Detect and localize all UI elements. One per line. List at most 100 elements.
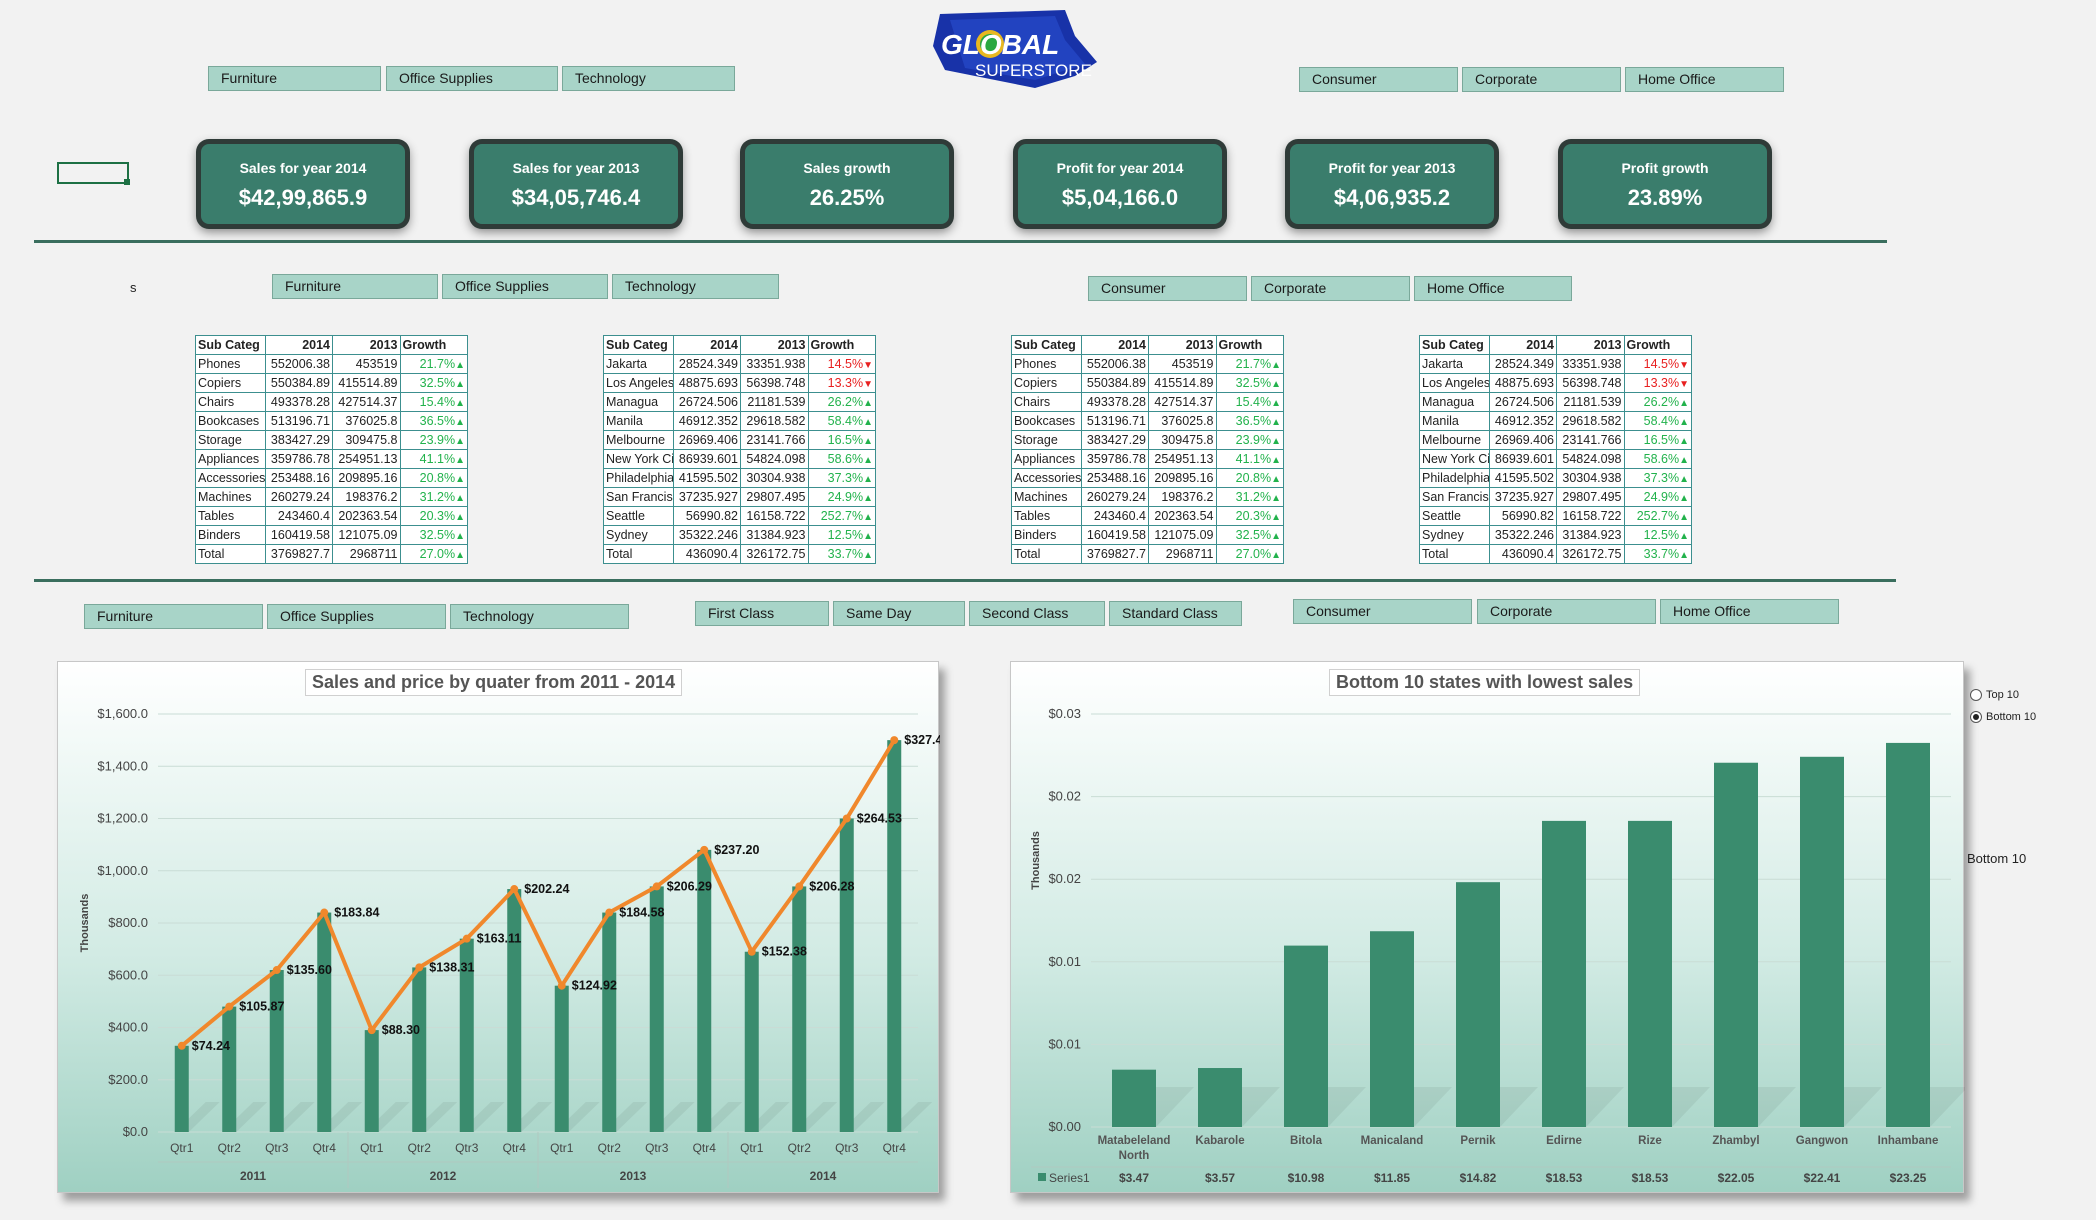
slicer-furniture-mid[interactable]: Furniture bbox=[272, 274, 438, 299]
slicer-same-day[interactable]: Same Day bbox=[833, 601, 965, 626]
cell-value: 28524.349 bbox=[672, 354, 742, 374]
cell-value: 260279.24 bbox=[1080, 487, 1150, 507]
slicer-consumer-top[interactable]: Consumer bbox=[1299, 67, 1458, 92]
cell-text: 21181.539 bbox=[747, 395, 806, 409]
cell-text: 383427.29 bbox=[1086, 433, 1147, 447]
cell-text: 24.9% bbox=[827, 490, 864, 504]
line-point bbox=[225, 1002, 234, 1011]
cell-text: Accessories bbox=[1014, 471, 1082, 485]
table-row: New York City86939.60154824.09858.6%▲ bbox=[1419, 449, 1692, 469]
cell-text: 243460.4 bbox=[1093, 509, 1147, 523]
cell-text: 209895.16 bbox=[338, 471, 398, 485]
kpi-label: Profit for year 2014 bbox=[1056, 160, 1184, 176]
slicer-office-supplies-mid[interactable]: Office Supplies bbox=[442, 274, 608, 299]
data-label: $163.11 bbox=[477, 932, 522, 946]
table-subcategory-growth-1: Sub Categ 2014 2013 Growth Phones 552006.38 45… bbox=[195, 335, 468, 564]
cell-text: Philadelphia bbox=[606, 471, 674, 485]
x-tick-label: Qtr1 bbox=[550, 1141, 574, 1155]
chart-bottom-states[interactable]: $0.00 $0.01 $0.01 $0.02 $0.02 $0.03 Thousands M… bbox=[1010, 661, 1968, 1193]
table-row: Accessories 253488.16 209895.16 20.8%▲ bbox=[1011, 468, 1284, 488]
cell-text: New York City bbox=[1422, 452, 1490, 466]
chart-sales-by-quarter[interactable]: $0.0 $200.0 $400.0 $600.0 $800.0 $1,000.0 $1,2… bbox=[57, 661, 949, 1193]
cell-value: 26969.406 bbox=[672, 430, 742, 450]
cell-text: 436090.4 bbox=[1501, 547, 1555, 561]
fill-handle[interactable] bbox=[124, 179, 130, 185]
chart-bottom-states-svg: $0.00 $0.01 $0.01 $0.02 $0.02 $0.03 Thousands M… bbox=[1030, 706, 1968, 1185]
selected-cell[interactable] bbox=[57, 162, 129, 184]
slicer-technology-bottom[interactable]: Technology bbox=[450, 604, 629, 629]
cell-text: San Francisco bbox=[1422, 490, 1489, 504]
slicer-standard-class[interactable]: Standard Class bbox=[1109, 601, 1242, 626]
x-tick-label: Qtr1 bbox=[170, 1141, 194, 1155]
table-row: Jakarta 28524.349 33351.938 14.5%▼ bbox=[603, 354, 876, 374]
logo-text-1: GLOBAL bbox=[941, 29, 1059, 60]
slicer-office-supplies-bottom[interactable]: Office Supplies bbox=[267, 604, 446, 629]
arrow-up-icon: ▲ bbox=[1271, 417, 1281, 428]
cell-text: 3769827.7 bbox=[1086, 547, 1147, 561]
data-label: $206.28 bbox=[809, 879, 854, 893]
cell-value: 41595.502 bbox=[1488, 468, 1558, 488]
cell-text: 41.1% bbox=[1235, 452, 1272, 466]
slicer-second-class[interactable]: Second Class bbox=[969, 601, 1105, 626]
cell-text: 326172.75 bbox=[1562, 547, 1622, 561]
radio-bottom-10[interactable]: Bottom 10 bbox=[1970, 711, 2036, 723]
slicer-consumer-bottom[interactable]: Consumer bbox=[1293, 599, 1472, 624]
growth-cell: 13.3%▼ bbox=[1623, 373, 1692, 393]
slicer-consumer-mid[interactable]: Consumer bbox=[1088, 276, 1247, 301]
row-label: Bookcases bbox=[1011, 411, 1082, 431]
slicer-office-supplies-top[interactable]: Office Supplies bbox=[386, 66, 558, 91]
slicer-home-office-bottom[interactable]: Home Office bbox=[1660, 599, 1839, 624]
radio-dot bbox=[1970, 711, 1982, 723]
cell-text: Phones bbox=[1014, 357, 1057, 371]
line-point bbox=[890, 736, 899, 745]
cell-text: Chairs bbox=[198, 395, 235, 409]
slicer-furniture-bottom[interactable]: Furniture bbox=[84, 604, 263, 629]
slicer-home-office-mid[interactable]: Home Office bbox=[1414, 276, 1572, 301]
slicer-first-class[interactable]: First Class bbox=[695, 601, 829, 626]
arrow-up-icon: ▲ bbox=[1679, 531, 1689, 542]
cell-text: 253488.16 bbox=[270, 471, 331, 485]
cell-value: 48875.693 bbox=[1488, 373, 1558, 393]
slicer-technology-top[interactable]: Technology bbox=[562, 66, 735, 91]
slicer-technology-mid[interactable]: Technology bbox=[612, 274, 779, 299]
table-row: Machines 260279.24 198376.2 31.2%▲ bbox=[1011, 487, 1284, 507]
cell-text: 56990.82 bbox=[1501, 509, 1555, 523]
table-row: Manila 46912.352 29618.582 58.4%▲ bbox=[603, 411, 876, 431]
row-label: Tables bbox=[1011, 506, 1082, 526]
growth-cell: 27.0%▲ bbox=[1215, 544, 1284, 564]
cell-value: 46912.352 bbox=[1488, 411, 1558, 431]
cell-text: Total bbox=[198, 547, 225, 561]
row-label: Binders bbox=[195, 525, 266, 545]
column-header: Sub Categ bbox=[1011, 335, 1082, 355]
cell-value: 35322.246 bbox=[1488, 525, 1558, 545]
growth-cell: 252.7%▲ bbox=[807, 506, 876, 526]
data-label: $18.53 bbox=[1546, 1171, 1583, 1185]
table-row: Bookcases 513196.71 376025.8 36.5%▲ bbox=[195, 411, 468, 431]
x-tick-label: Matabeleland bbox=[1098, 1135, 1171, 1147]
line-point bbox=[367, 1026, 376, 1035]
cell-text: 32.5% bbox=[1235, 376, 1272, 390]
row-label: Phones bbox=[1011, 354, 1082, 374]
cell-value: 260279.24 bbox=[264, 487, 334, 507]
x-tick-label: Qtr2 bbox=[218, 1141, 242, 1155]
cell-text: 41595.502 bbox=[678, 471, 739, 485]
cell-text: Melbourne bbox=[1422, 433, 1482, 447]
slicer-corporate-mid[interactable]: Corporate bbox=[1251, 276, 1410, 301]
column-header: 2014 bbox=[264, 335, 334, 355]
cell-value: 493378.28 bbox=[264, 392, 334, 412]
radio-top-10[interactable]: Top 10 bbox=[1970, 689, 2019, 701]
table-row: Tables 243460.4 202363.54 20.3%▲ bbox=[1011, 506, 1284, 526]
cell-text: 252.7% bbox=[820, 509, 864, 523]
slicer-home-office-top[interactable]: Home Office bbox=[1625, 67, 1784, 92]
slicer-furniture-top[interactable]: Furniture bbox=[208, 66, 381, 91]
cell-value: 202363.54 bbox=[1148, 506, 1217, 526]
table-row: Machines 260279.24 198376.2 31.2%▲ bbox=[195, 487, 468, 507]
kpi-profit-growth: Profit growth 23.89% bbox=[1563, 144, 1767, 224]
cell-value: 23141.766 bbox=[1556, 430, 1625, 450]
slicer-corporate-top[interactable]: Corporate bbox=[1462, 67, 1621, 92]
slicer-corporate-bottom[interactable]: Corporate bbox=[1477, 599, 1656, 624]
row-label: Manila bbox=[1419, 411, 1490, 431]
y-tick-label: $0.03 bbox=[1048, 706, 1081, 721]
cell-text: 31384.923 bbox=[746, 528, 806, 542]
cell-text: 86939.601 bbox=[678, 452, 739, 466]
